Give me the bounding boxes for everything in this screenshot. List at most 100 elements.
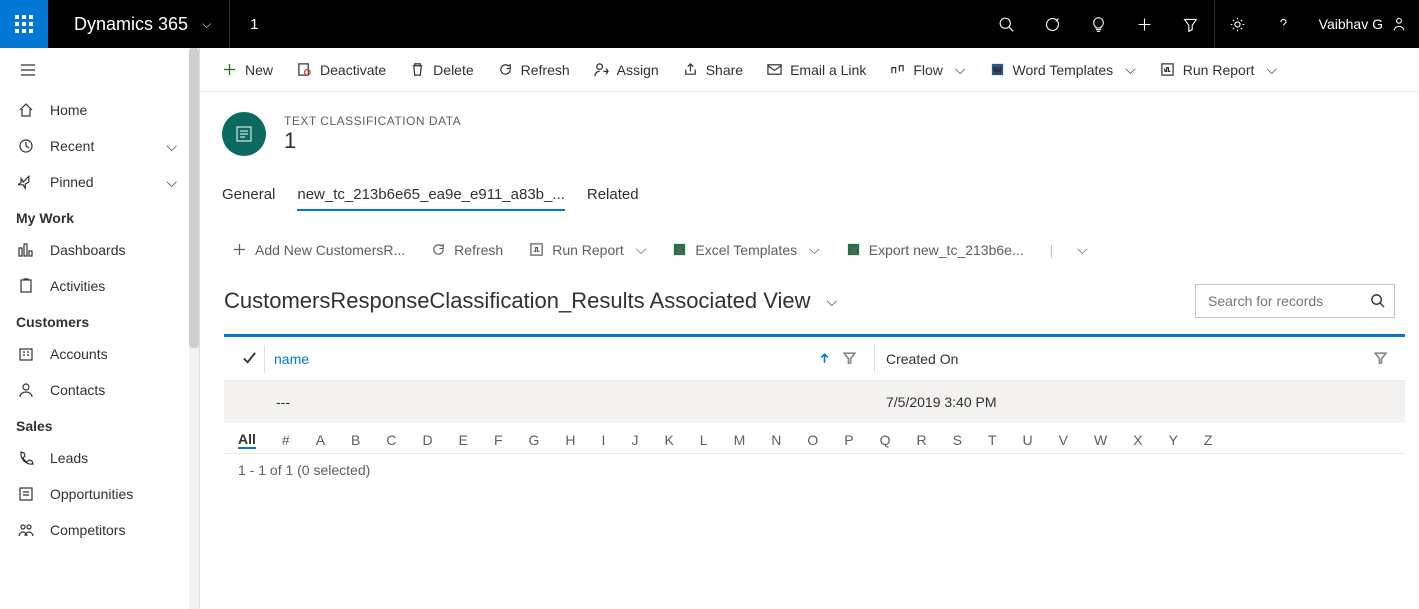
nav-pinned-label: Pinned (50, 174, 94, 190)
nav-contacts[interactable]: Contacts (0, 372, 199, 408)
brand-label: Dynamics 365 (74, 14, 188, 35)
app-launcher[interactable] (0, 0, 48, 48)
alpha-filter: All # A B C D E F G H I J K L M N O P Q R S T U V W X Y Z (224, 423, 1405, 453)
alpha-j[interactable]: J (631, 432, 638, 448)
column-name[interactable]: name (274, 351, 874, 367)
svg-text:X: X (677, 245, 683, 255)
alpha-k[interactable]: K (664, 432, 673, 448)
alpha-e[interactable]: E (459, 432, 468, 448)
alpha-d[interactable]: D (423, 432, 433, 448)
table-row[interactable]: --- 7/5/2019 3:40 PM (224, 381, 1405, 423)
refresh-button[interactable]: Refresh (488, 56, 580, 84)
alpha-n[interactable]: N (771, 432, 781, 448)
alpha-b[interactable]: B (351, 432, 360, 448)
alpha-z[interactable]: Z (1204, 432, 1213, 448)
add-icon[interactable] (1122, 0, 1168, 48)
nav-recent[interactable]: Recent⌵ (0, 128, 199, 164)
label: Deactivate (320, 62, 386, 78)
user-menu[interactable]: Vaibhav G (1307, 16, 1419, 32)
scrollbar[interactable] (189, 48, 199, 609)
sub-refresh-button[interactable]: Refresh (421, 236, 513, 264)
view-title[interactable]: CustomersResponseClassification_Results … (224, 288, 837, 314)
email-link-button[interactable]: Email a Link (757, 56, 876, 84)
alpha-q[interactable]: Q (880, 432, 891, 448)
alpha-y[interactable]: Y (1169, 432, 1178, 448)
nav-opportunities[interactable]: Opportunities (0, 476, 199, 512)
alpha-f[interactable]: F (494, 432, 503, 448)
filter-icon[interactable] (1374, 351, 1387, 364)
hamburger-icon[interactable] (0, 48, 199, 92)
nav-leads[interactable]: Leads (0, 440, 199, 476)
column-created-on[interactable]: Created On (874, 351, 1405, 367)
alpha-m[interactable]: M (734, 432, 746, 448)
alpha-u[interactable]: U (1023, 432, 1033, 448)
label: Opportunities (50, 486, 133, 502)
alpha-v[interactable]: V (1059, 432, 1068, 448)
alpha-w[interactable]: W (1094, 432, 1107, 448)
deactivate-button[interactable]: Deactivate (287, 56, 396, 84)
pin-icon (18, 174, 34, 190)
alpha-all[interactable]: All (238, 431, 256, 449)
record-name: 1 (284, 128, 461, 154)
alpha-p[interactable]: P (844, 432, 853, 448)
sub-run-report-button[interactable]: Run Report⌵ (519, 235, 656, 264)
search-records[interactable] (1195, 284, 1395, 318)
tab-related[interactable]: Related (587, 186, 639, 211)
task-icon[interactable] (1030, 0, 1076, 48)
alpha-r[interactable]: R (917, 432, 927, 448)
alpha-o[interactable]: O (807, 432, 818, 448)
tab-custom[interactable]: new_tc_213b6e65_ea9e_e911_a83b_... (297, 186, 564, 211)
alpha-i[interactable]: I (602, 432, 606, 448)
label: Created On (886, 351, 958, 367)
label: Export new_tc_213b6e... (869, 242, 1024, 258)
alpha-g[interactable]: G (529, 432, 540, 448)
alpha-t[interactable]: T (988, 432, 997, 448)
help-icon[interactable] (1261, 0, 1307, 48)
tab-general[interactable]: General (222, 186, 275, 211)
nav-pinned[interactable]: Pinned⌵ (0, 164, 199, 200)
lightbulb-icon[interactable] (1076, 0, 1122, 48)
section-mywork: My Work (0, 200, 199, 232)
breadcrumb[interactable]: 1 (230, 0, 278, 48)
select-all[interactable] (224, 351, 274, 366)
alpha-x[interactable]: X (1133, 432, 1142, 448)
sort-up-icon (818, 352, 831, 365)
filter-icon[interactable] (1168, 0, 1214, 48)
brand[interactable]: Dynamics 365 ⌵ (48, 14, 229, 35)
alpha-h[interactable]: H (565, 432, 575, 448)
more-commands[interactable]: | ⌵ (1040, 235, 1098, 264)
label: Share (706, 62, 743, 78)
alpha-#[interactable]: # (282, 432, 290, 448)
alpha-s[interactable]: S (953, 432, 962, 448)
flow-button[interactable]: Flow⌵ (880, 55, 975, 84)
clipboard-icon (18, 278, 34, 294)
home-icon (18, 102, 34, 118)
search-icon[interactable] (984, 0, 1030, 48)
delete-button[interactable]: Delete (400, 56, 483, 84)
alpha-l[interactable]: L (700, 432, 708, 448)
filter-icon[interactable] (843, 351, 856, 364)
nav-activities[interactable]: Activities (0, 268, 199, 304)
nav-home[interactable]: Home (0, 92, 199, 128)
assign-button[interactable]: Assign (584, 56, 669, 84)
label: name (274, 351, 309, 367)
alpha-a[interactable]: A (316, 432, 325, 448)
label: Activities (50, 278, 105, 294)
add-new-button[interactable]: Add New CustomersR... (222, 236, 415, 264)
nav-competitors[interactable]: Competitors (0, 512, 199, 548)
nav-accounts[interactable]: Accounts (0, 336, 199, 372)
run-report-button[interactable]: Run Report⌵ (1150, 55, 1287, 84)
nav-recent-label: Recent (50, 138, 94, 154)
entity-icon (222, 112, 266, 156)
gear-icon[interactable] (1215, 0, 1261, 48)
nav-dashboards[interactable]: Dashboards (0, 232, 199, 268)
divider: | (1050, 242, 1054, 258)
share-button[interactable]: Share (673, 56, 753, 84)
excel-templates-button[interactable]: XExcel Templates⌵ (662, 235, 829, 264)
search-input[interactable] (1195, 284, 1395, 318)
export-button[interactable]: XExport new_tc_213b6e... (836, 236, 1034, 264)
alpha-c[interactable]: C (386, 432, 396, 448)
word-templates-button[interactable]: WWord Templates⌵ (980, 55, 1146, 84)
chevron-down-icon: ⌵ (1266, 61, 1277, 78)
new-button[interactable]: New (212, 56, 283, 84)
